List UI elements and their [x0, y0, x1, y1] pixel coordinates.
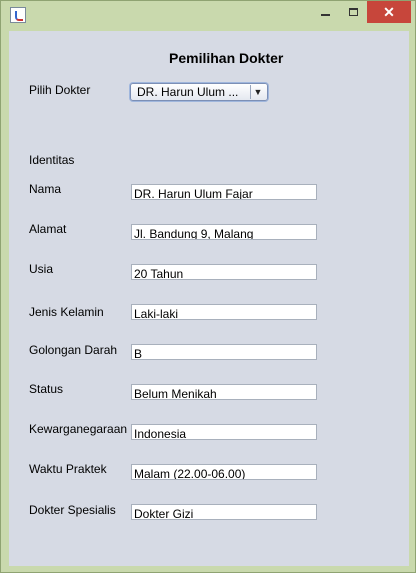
identitas-label: Identitas [29, 153, 75, 167]
page-title: Pemilihan Dokter [169, 50, 284, 66]
doctor-select[interactable]: DR. Harun Ulum ... ▼ [130, 83, 268, 101]
minimize-button[interactable] [311, 1, 339, 23]
kewarganegaraan-label: Kewarganegaraan [29, 422, 128, 436]
waktu-praktek-label: Waktu Praktek [29, 462, 107, 476]
jenis-kelamin-field[interactable]: Laki-laki [131, 304, 317, 320]
close-icon: ✕ [383, 3, 395, 20]
nama-field[interactable]: DR. Harun Ulum Fajar [131, 184, 317, 200]
maximize-icon [348, 8, 358, 16]
dokter-spesialis-label: Dokter Spesialis [29, 503, 116, 517]
golongan-darah-label: Golongan Darah [29, 343, 118, 357]
alamat-field[interactable]: Jl. Bandung 9, Malang [131, 224, 317, 240]
status-label: Status [29, 382, 64, 396]
jenis-kelamin-label: Jenis Kelamin [29, 305, 104, 319]
alamat-label: Alamat [29, 222, 67, 236]
usia-label: Usia [29, 262, 54, 276]
app-window: ✕ Pemilihan Dokter Pilih Dokter DR. Haru… [0, 0, 416, 573]
pilih-dokter-label: Pilih Dokter [29, 83, 91, 97]
waktu-praktek-field[interactable]: Malam (22.00-06.00) [131, 464, 317, 480]
title-bar[interactable]: ✕ [1, 1, 415, 31]
form-panel: Pemilihan Dokter Pilih Dokter DR. Harun … [9, 31, 409, 566]
status-field[interactable]: Belum Menikah [131, 384, 317, 400]
doctor-select-value: DR. Harun Ulum ... [137, 85, 239, 99]
close-button[interactable]: ✕ [367, 1, 411, 23]
golongan-darah-field[interactable]: B [131, 344, 317, 360]
maximize-button[interactable] [339, 1, 367, 23]
chevron-down-icon[interactable]: ▼ [250, 85, 265, 99]
usia-field[interactable]: 20 Tahun [131, 264, 317, 280]
kewarganegaraan-field[interactable]: Indonesia [131, 424, 317, 440]
java-app-icon [10, 7, 26, 23]
minimize-icon [320, 14, 330, 16]
nama-label: Nama [29, 182, 62, 196]
dokter-spesialis-field[interactable]: Dokter Gizi [131, 504, 317, 520]
